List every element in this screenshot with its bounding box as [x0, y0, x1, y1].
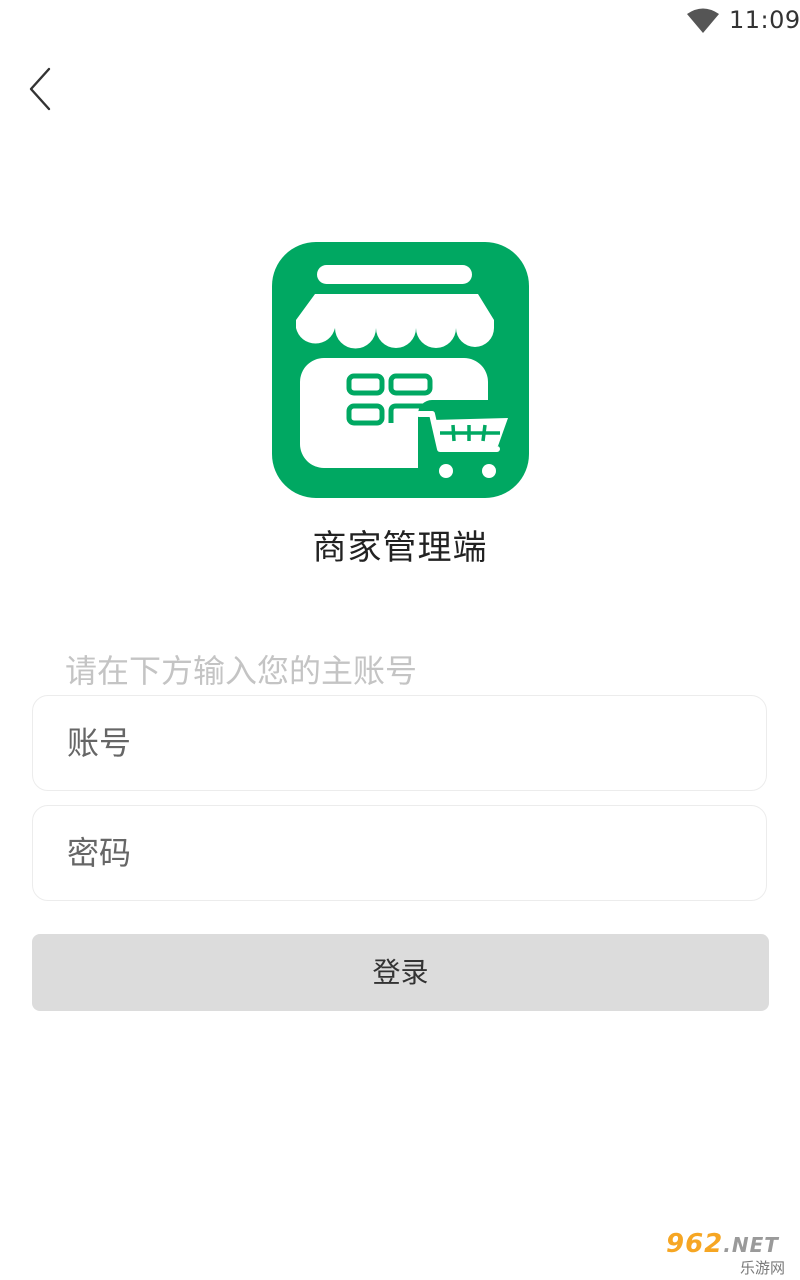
login-button[interactable]: 登录 [32, 934, 769, 1011]
watermark-suffix: .NET [723, 1233, 779, 1257]
store-cart-icon [272, 242, 529, 498]
app-name: 商家管理端 [312, 528, 488, 568]
password-input[interactable] [67, 806, 727, 900]
account-input[interactable] [67, 696, 727, 790]
watermark-logo: 962.NET [666, 1229, 779, 1259]
status-time: 11:09 [729, 6, 800, 34]
back-button[interactable] [22, 64, 62, 114]
login-instruction: 请在下方输入您的主账号 [65, 652, 418, 690]
account-field-container [32, 695, 767, 791]
chevron-left-icon [29, 67, 51, 111]
password-field-container [32, 805, 767, 901]
wifi-icon [687, 8, 719, 33]
site-watermark: 962.NET 乐游网 [658, 1229, 798, 1279]
watermark-subtitle: 乐游网 [740, 1259, 786, 1277]
login-screen: 11:09 商家管理端 请在下方输入您的主账号 账号 登录 962.NET 乐游… [0, 0, 800, 1280]
watermark-brand: 962 [666, 1229, 724, 1259]
status-bar: 11:09 [0, 0, 800, 44]
